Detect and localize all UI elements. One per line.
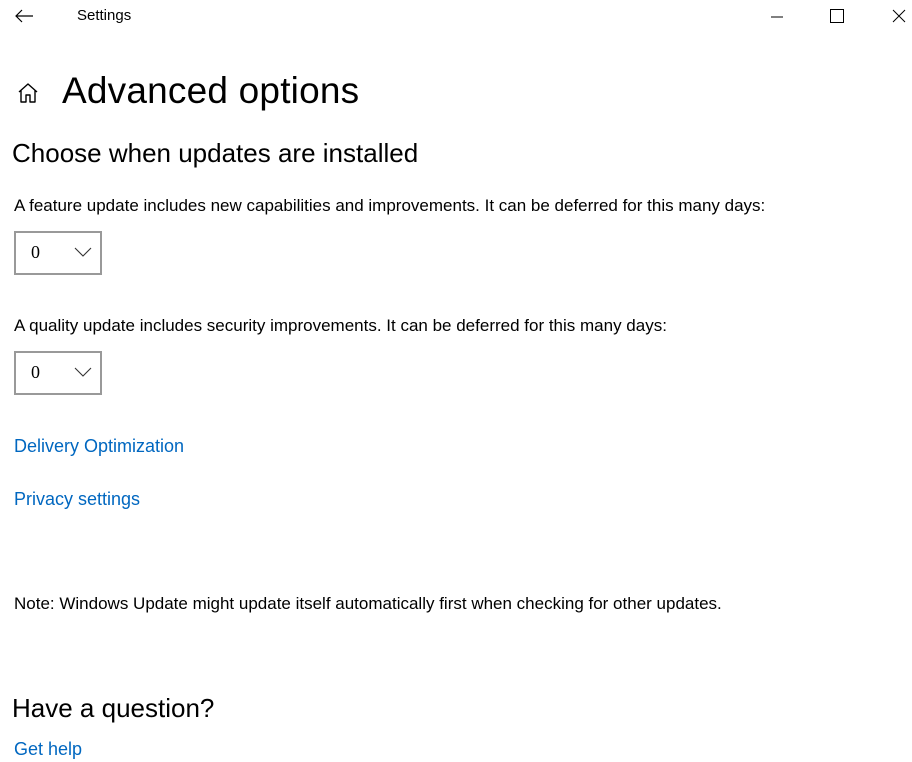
quality-update-description: A quality update includes security impro… [14,316,667,335]
feature-update-defer-value: 0 [31,242,40,262]
delivery-optimization-link[interactable]: Delivery Optimization [14,436,184,457]
home-icon[interactable] [14,79,42,107]
page-header: Advanced options [14,70,359,112]
back-button[interactable] [10,5,38,27]
get-help-link[interactable]: Get help [14,739,82,760]
quality-update-defer-value: 0 [31,362,40,382]
feature-update-defer-dropdown[interactable]: 0 [14,231,102,275]
privacy-settings-link[interactable]: Privacy settings [14,489,140,510]
minimize-icon [771,16,783,18]
chevron-down-icon [74,247,92,257]
maximize-button[interactable] [814,0,860,32]
windows-update-note: Note: Windows Update might update itself… [14,594,722,613]
close-icon [892,9,906,23]
close-button[interactable] [876,0,912,32]
updates-section-heading: Choose when updates are installed [12,138,419,168]
feature-update-description: A feature update includes new capabiliti… [14,196,766,215]
title-bar: Settings [0,0,912,32]
help-section-heading: Have a question? [12,693,215,723]
page-title: Advanced options [62,70,360,111]
quality-update-defer-dropdown[interactable]: 0 [14,351,102,395]
window-title: Settings [77,7,132,24]
maximize-icon [830,9,844,23]
minimize-button[interactable] [754,0,800,32]
back-arrow-icon [15,9,33,23]
chevron-down-icon [74,367,92,377]
